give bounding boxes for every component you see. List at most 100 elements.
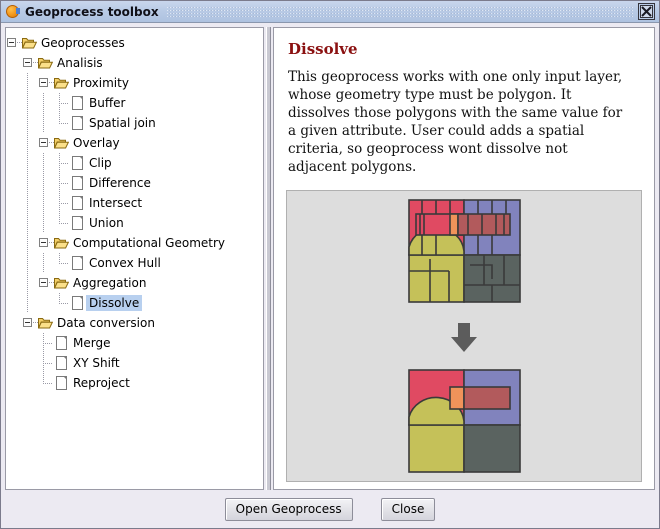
tree-item-label: Merge: [73, 336, 111, 350]
tree-item-label: Overlay: [73, 136, 120, 150]
document-icon: [69, 293, 86, 313]
close-window-button[interactable]: [638, 3, 655, 20]
document-icon: [53, 373, 70, 393]
dissolve-illustration: [286, 190, 642, 482]
tree-branch-line: [54, 213, 69, 233]
tree-item-xy-shift[interactable]: XY Shift: [6, 353, 263, 373]
geoprocess-toolbox-window: Geoprocess toolbox Geoprocesses Analisis P…: [0, 0, 660, 529]
tree-expander-icon[interactable]: [38, 233, 54, 253]
split-divider-grip[interactable]: [266, 27, 271, 490]
tree-branch-line: [38, 373, 53, 393]
folder-open-icon: [53, 233, 70, 253]
tree-indent: [6, 193, 54, 213]
tree-item-convex-hull[interactable]: Convex Hull: [6, 253, 263, 273]
tree-item-label: Dissolve: [86, 295, 143, 311]
illustration-after-polygons: [407, 369, 521, 473]
tree-item-proximity[interactable]: Proximity: [6, 73, 263, 93]
tree-item-label: Proximity: [73, 76, 129, 90]
tree-guide-line: [27, 173, 28, 193]
tree-indent: [6, 213, 54, 233]
document-icon: [69, 213, 86, 233]
tree-expander-icon[interactable]: [22, 313, 38, 333]
tree-branch-line: [54, 193, 69, 213]
tree-guide-line: [27, 73, 28, 93]
folder-open-icon: [53, 273, 70, 293]
tree-guide-line: [43, 93, 44, 113]
folder-open-icon: [37, 53, 54, 73]
tree-item-spatial-join[interactable]: Spatial join: [6, 113, 263, 133]
tree-item-geoprocesses[interactable]: Geoprocesses: [6, 33, 263, 53]
tree-item-union[interactable]: Union: [6, 213, 263, 233]
tree-guide-line: [27, 193, 28, 213]
tree-guide-line: [43, 153, 44, 173]
tree-expander-icon[interactable]: [38, 133, 54, 153]
tree-branch-line: [38, 353, 53, 373]
tree-item-label: Aggregation: [73, 276, 147, 290]
tree-item-reproject[interactable]: Reproject: [6, 373, 263, 393]
tree-item-label: XY Shift: [73, 356, 120, 370]
tree-item-buffer[interactable]: Buffer: [6, 93, 263, 113]
tree-item-label: Union: [89, 216, 124, 230]
illustration-before-polygons: [407, 199, 521, 303]
tree-indent: [6, 273, 38, 293]
tree-item-aggregation[interactable]: Aggregation: [6, 273, 263, 293]
tree-item-label: Spatial join: [89, 116, 156, 130]
tree-item-label: Clip: [89, 156, 112, 170]
tree-item-analisis[interactable]: Analisis: [6, 53, 263, 73]
dialog-content: Geoprocesses Analisis Proximity Buffer Spati…: [1, 23, 659, 490]
document-icon: [69, 93, 86, 113]
tree-item-clip[interactable]: Clip: [6, 153, 263, 173]
tree-indent: [6, 133, 38, 153]
split-pane: Geoprocesses Analisis Proximity Buffer Spati…: [5, 27, 655, 490]
geoprocess-tree[interactable]: Geoprocesses Analisis Proximity Buffer Spati…: [6, 28, 263, 393]
tree-item-intersect[interactable]: Intersect: [6, 193, 263, 213]
tree-expander-icon[interactable]: [6, 33, 22, 53]
tree-item-difference[interactable]: Difference: [6, 173, 263, 193]
tree-item-label: Buffer: [89, 96, 126, 110]
title-bar-texture: [166, 5, 634, 18]
open-geoprocess-button[interactable]: Open Geoprocess: [224, 497, 353, 521]
tree-indent: [6, 93, 54, 113]
tree-indent: [6, 253, 54, 273]
document-icon: [69, 153, 86, 173]
tree-item-merge[interactable]: Merge: [6, 333, 263, 353]
tree-branch-line: [54, 253, 69, 273]
tree-item-label: Analisis: [57, 56, 103, 70]
tree-item-data-conversion[interactable]: Data conversion: [6, 313, 263, 333]
tree-item-label: Reproject: [73, 376, 130, 390]
app-globe-icon: [5, 4, 20, 19]
detail-title: Dissolve: [288, 40, 358, 58]
tree-guide-line: [43, 193, 44, 213]
tree-item-label: Data conversion: [57, 316, 155, 330]
tree-indent: [6, 233, 38, 253]
tree-branch-line: [54, 153, 69, 173]
toolbox-tree-panel[interactable]: Geoprocesses Analisis Proximity Buffer Spati…: [5, 27, 264, 490]
close-button[interactable]: Close: [380, 497, 436, 521]
tree-item-overlay[interactable]: Overlay: [6, 133, 263, 153]
document-icon: [69, 193, 86, 213]
tree-guide-line: [27, 273, 28, 293]
tree-expander-icon[interactable]: [38, 273, 54, 293]
document-icon: [69, 253, 86, 273]
tree-guide-line: [27, 233, 28, 253]
tree-item-dissolve[interactable]: Dissolve: [6, 293, 263, 313]
tree-guide-line: [27, 113, 28, 133]
detail-description: This geoprocess works with one only inpu…: [288, 69, 623, 175]
tree-branch-line: [38, 333, 53, 353]
title-bar: Geoprocess toolbox: [1, 1, 659, 23]
tree-indent: [6, 153, 54, 173]
split-divider[interactable]: [264, 27, 273, 490]
document-icon: [69, 173, 86, 193]
tree-branch-line: [54, 113, 69, 133]
tree-guide-line: [43, 113, 44, 133]
tree-guide-line: [43, 213, 44, 233]
tree-expander-icon[interactable]: [22, 53, 38, 73]
tree-item-computational-geometry[interactable]: Computational Geometry: [6, 233, 263, 253]
tree-expander-icon[interactable]: [38, 73, 54, 93]
tree-guide-line: [27, 153, 28, 173]
tree-guide-line: [43, 253, 44, 273]
